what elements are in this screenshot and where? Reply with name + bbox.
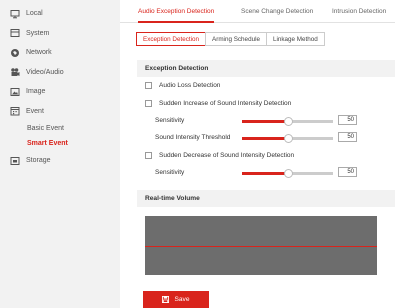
subtab-bar: Exception Detection Arming Schedule Link… [136, 32, 325, 46]
increase-sensitivity-slider[interactable] [242, 117, 333, 126]
sound-increase-label: Sudden Increase of Sound Intensity Detec… [159, 100, 292, 107]
sidebar-item-video-audio[interactable]: Video/Audio [0, 63, 120, 83]
subtab-arming-schedule[interactable]: Arming Schedule [205, 32, 267, 46]
storage-icon [10, 156, 20, 165]
monitor-icon [10, 9, 20, 19]
sidebar-item-storage[interactable]: Storage [0, 151, 120, 171]
decrease-sensitivity-input[interactable]: 50 [338, 167, 357, 177]
slider-thumb[interactable] [283, 117, 293, 126]
sound-decrease-row: Sudden Decrease of Sound Intensity Detec… [145, 152, 294, 159]
section-title-realtime-volume: Real-time Volume [137, 190, 395, 207]
sidebar-subitem-basic-event[interactable]: Basic Event [0, 121, 120, 136]
sound-threshold-input[interactable]: 50 [338, 132, 357, 142]
audio-loss-checkbox[interactable] [145, 82, 152, 89]
tab-bar: Audio Exception Detection Scene Change D… [120, 0, 395, 23]
sidebar-item-image[interactable]: Image [0, 82, 120, 102]
image-icon [10, 87, 20, 96]
tab-audio-exception-detection[interactable]: Audio Exception Detection [138, 0, 215, 23]
main-panel: Audio Exception Detection Scene Change D… [120, 0, 395, 308]
sidebar: Local System Network Video/Audio Image E… [0, 0, 120, 308]
sidebar-subitem-label: Basic Event [27, 125, 64, 132]
slider-fill [242, 137, 288, 140]
sound-increase-row: Sudden Increase of Sound Intensity Detec… [145, 100, 291, 107]
sidebar-item-label: Event [26, 107, 44, 115]
sound-decrease-checkbox[interactable] [145, 152, 152, 159]
slider-label: Sensitivity [155, 117, 185, 124]
subtab-exception-detection[interactable]: Exception Detection [136, 32, 207, 46]
sidebar-subitem-label: Smart Event [27, 140, 68, 147]
sidebar-item-local[interactable]: Local [0, 4, 120, 24]
slider-thumb[interactable] [283, 169, 293, 178]
volume-threshold-line [145, 246, 377, 247]
section-title-exception-detection: Exception Detection [137, 60, 395, 77]
slider-fill [242, 172, 288, 175]
network-icon [11, 48, 19, 57]
subtab-linkage-method[interactable]: Linkage Method [265, 32, 325, 46]
sidebar-item-label: Image [26, 88, 46, 96]
sidebar-item-label: Video/Audio [26, 68, 64, 76]
system-icon [10, 29, 20, 38]
save-button[interactable]: Save [143, 291, 209, 308]
increase-threshold-row: Sound Intensity Threshold 50 [155, 132, 395, 143]
sidebar-item-event[interactable]: Event [0, 102, 120, 122]
sidebar-item-network[interactable]: Network [0, 43, 120, 63]
tab-scene-change-detection[interactable]: Scene Change Detection [241, 0, 313, 23]
sound-decrease-label: Sudden Decrease of Sound Intensity Detec… [159, 152, 295, 159]
video-audio-icon [11, 68, 20, 77]
event-icon [10, 107, 20, 116]
sidebar-item-label: Network [26, 49, 52, 57]
slider-label: Sound Intensity Threshold [155, 134, 231, 141]
realtime-volume-graph [145, 216, 377, 275]
sound-increase-checkbox[interactable] [145, 100, 152, 107]
sidebar-item-system[interactable]: System [0, 24, 120, 44]
slider-thumb[interactable] [283, 134, 293, 143]
sidebar-item-label: Local [26, 10, 43, 18]
sound-threshold-slider[interactable] [242, 134, 333, 143]
increase-sensitivity-row: Sensitivity 50 [155, 115, 395, 126]
decrease-sensitivity-slider[interactable] [242, 169, 333, 178]
sidebar-item-label: System [26, 29, 50, 37]
save-icon [162, 296, 170, 303]
slider-fill [242, 120, 288, 123]
decrease-sensitivity-row: Sensitivity 50 [155, 167, 395, 178]
increase-sensitivity-input[interactable]: 50 [338, 115, 357, 125]
audio-loss-label: Audio Loss Detection [159, 82, 221, 89]
save-button-label: Save [174, 296, 190, 303]
sidebar-item-label: Storage [26, 157, 51, 165]
audio-loss-row: Audio Loss Detection [145, 82, 220, 89]
sidebar-subitem-smart-event[interactable]: Smart Event [0, 136, 120, 151]
tab-intrusion-detection[interactable]: Intrusion Detection [332, 0, 386, 23]
slider-label: Sensitivity [155, 169, 185, 176]
